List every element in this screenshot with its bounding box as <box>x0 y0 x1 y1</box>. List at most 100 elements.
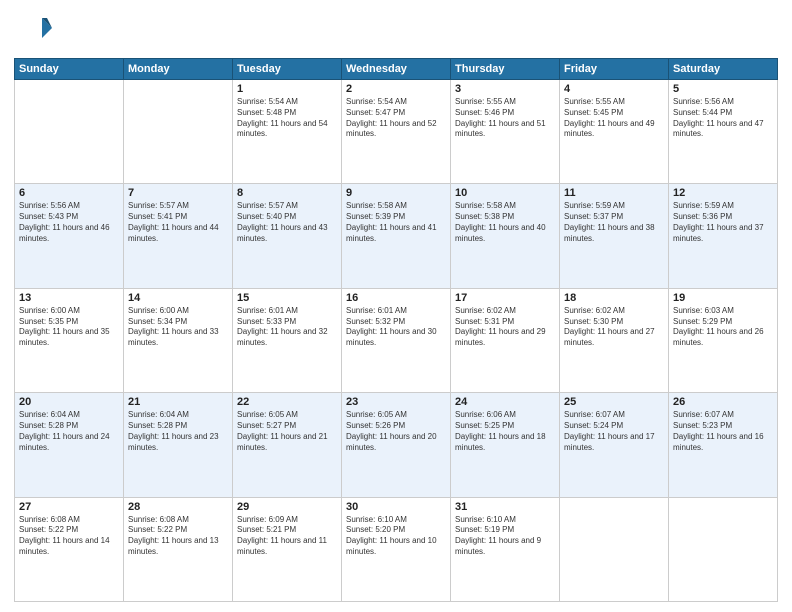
day-info: Sunrise: 5:59 AMSunset: 5:37 PMDaylight:… <box>564 201 664 244</box>
calendar-cell: 31 Sunrise: 6:10 AMSunset: 5:19 PMDayligh… <box>451 497 560 601</box>
calendar-cell: 13 Sunrise: 6:00 AMSunset: 5:35 PMDayligh… <box>15 288 124 392</box>
day-number: 21 <box>128 396 228 408</box>
day-number: 9 <box>346 187 446 199</box>
day-info: Sunrise: 6:08 AMSunset: 5:22 PMDaylight:… <box>128 515 228 558</box>
header <box>14 10 778 50</box>
day-number: 15 <box>237 292 337 304</box>
day-info: Sunrise: 5:58 AMSunset: 5:39 PMDaylight:… <box>346 201 446 244</box>
calendar-cell: 22Sunrise: 6:05 AMSunset: 5:27 PMDayligh… <box>233 393 342 497</box>
day-info: Sunrise: 5:55 AMSunset: 5:45 PMDaylight:… <box>564 97 664 140</box>
calendar-cell: 28 Sunrise: 6:08 AMSunset: 5:22 PMDayligh… <box>124 497 233 601</box>
weekday-monday: Monday <box>124 59 233 80</box>
day-number: 27 <box>19 501 119 513</box>
calendar-cell: 12 Sunrise: 5:59 AMSunset: 5:36 PMDayligh… <box>669 184 778 288</box>
calendar-cell: 4 Sunrise: 5:55 AMSunset: 5:45 PMDaylight… <box>560 80 669 184</box>
weekday-tuesday: Tuesday <box>233 59 342 80</box>
calendar-cell: 29Sunrise: 6:09 AMSunset: 5:21 PMDayligh… <box>233 497 342 601</box>
weekday-wednesday: Wednesday <box>342 59 451 80</box>
calendar-cell <box>15 80 124 184</box>
day-info: Sunrise: 5:54 AMSunset: 5:48 PMDaylight:… <box>237 97 337 140</box>
day-number: 3 <box>455 83 555 95</box>
week-row-3: 13 Sunrise: 6:00 AMSunset: 5:35 PMDayligh… <box>15 288 778 392</box>
calendar-cell: 11 Sunrise: 5:59 AMSunset: 5:37 PMDayligh… <box>560 184 669 288</box>
week-row-2: 6 Sunrise: 5:56 AMSunset: 5:43 PMDaylight… <box>15 184 778 288</box>
day-info: Sunrise: 5:57 AMSunset: 5:41 PMDaylight:… <box>128 201 228 244</box>
day-number: 5 <box>673 83 773 95</box>
day-number: 22 <box>237 396 337 408</box>
logo <box>14 10 58 50</box>
day-number: 19 <box>673 292 773 304</box>
day-info: Sunrise: 6:01 AMSunset: 5:32 PMDaylight:… <box>346 306 446 349</box>
day-info: Sunrise: 5:59 AMSunset: 5:36 PMDaylight:… <box>673 201 773 244</box>
calendar-cell <box>124 80 233 184</box>
day-number: 28 <box>128 501 228 513</box>
calendar-cell: 3 Sunrise: 5:55 AMSunset: 5:46 PMDaylight… <box>451 80 560 184</box>
weekday-saturday: Saturday <box>669 59 778 80</box>
calendar-cell: 23 Sunrise: 6:05 AMSunset: 5:26 PMDayligh… <box>342 393 451 497</box>
weekday-sunday: Sunday <box>15 59 124 80</box>
calendar-cell <box>560 497 669 601</box>
day-number: 23 <box>346 396 446 408</box>
calendar-cell: 2 Sunrise: 5:54 AMSunset: 5:47 PMDaylight… <box>342 80 451 184</box>
day-info: Sunrise: 6:02 AMSunset: 5:31 PMDaylight:… <box>455 306 555 349</box>
day-info: Sunrise: 6:01 AMSunset: 5:33 PMDaylight:… <box>237 306 337 349</box>
calendar-cell: 8 Sunrise: 5:57 AMSunset: 5:40 PMDaylight… <box>233 184 342 288</box>
day-number: 20 <box>19 396 119 408</box>
calendar-table: SundayMondayTuesdayWednesdayThursdayFrid… <box>14 58 778 602</box>
day-number: 11 <box>564 187 664 199</box>
page: SundayMondayTuesdayWednesdayThursdayFrid… <box>0 0 792 612</box>
day-info: Sunrise: 6:07 AMSunset: 5:24 PMDaylight:… <box>564 410 664 453</box>
day-info: Sunrise: 6:00 AMSunset: 5:34 PMDaylight:… <box>128 306 228 349</box>
day-info: Sunrise: 5:57 AMSunset: 5:40 PMDaylight:… <box>237 201 337 244</box>
day-number: 12 <box>673 187 773 199</box>
calendar-cell: 20 Sunrise: 6:04 AMSunset: 5:28 PMDayligh… <box>15 393 124 497</box>
day-info: Sunrise: 6:00 AMSunset: 5:35 PMDaylight:… <box>19 306 119 349</box>
calendar-cell: 30 Sunrise: 6:10 AMSunset: 5:20 PMDayligh… <box>342 497 451 601</box>
day-info: Sunrise: 6:06 AMSunset: 5:25 PMDaylight:… <box>455 410 555 453</box>
calendar-cell: 14 Sunrise: 6:00 AMSunset: 5:34 PMDayligh… <box>124 288 233 392</box>
day-info: Sunrise: 6:07 AMSunset: 5:23 PMDaylight:… <box>673 410 773 453</box>
weekday-thursday: Thursday <box>451 59 560 80</box>
day-info: Sunrise: 5:54 AMSunset: 5:47 PMDaylight:… <box>346 97 446 140</box>
day-info: Sunrise: 6:10 AMSunset: 5:20 PMDaylight:… <box>346 515 446 558</box>
day-number: 7 <box>128 187 228 199</box>
calendar-cell <box>669 497 778 601</box>
day-info: Sunrise: 6:05 AMSunset: 5:26 PMDaylight:… <box>346 410 446 453</box>
day-info: Sunrise: 5:56 AMSunset: 5:43 PMDaylight:… <box>19 201 119 244</box>
day-number: 4 <box>564 83 664 95</box>
calendar-cell: 5Sunrise: 5:56 AMSunset: 5:44 PMDaylight… <box>669 80 778 184</box>
day-number: 31 <box>455 501 555 513</box>
day-number: 13 <box>19 292 119 304</box>
day-number: 6 <box>19 187 119 199</box>
day-number: 10 <box>455 187 555 199</box>
day-info: Sunrise: 6:08 AMSunset: 5:22 PMDaylight:… <box>19 515 119 558</box>
day-number: 25 <box>564 396 664 408</box>
day-info: Sunrise: 5:55 AMSunset: 5:46 PMDaylight:… <box>455 97 555 140</box>
calendar-cell: 15 Sunrise: 6:01 AMSunset: 5:33 PMDayligh… <box>233 288 342 392</box>
day-number: 14 <box>128 292 228 304</box>
day-info: Sunrise: 6:02 AMSunset: 5:30 PMDaylight:… <box>564 306 664 349</box>
calendar-cell: 24Sunrise: 6:06 AMSunset: 5:25 PMDayligh… <box>451 393 560 497</box>
day-number: 18 <box>564 292 664 304</box>
day-info: Sunrise: 6:03 AMSunset: 5:29 PMDaylight:… <box>673 306 773 349</box>
calendar-cell: 6 Sunrise: 5:56 AMSunset: 5:43 PMDaylight… <box>15 184 124 288</box>
day-number: 16 <box>346 292 446 304</box>
day-number: 2 <box>346 83 446 95</box>
weekday-friday: Friday <box>560 59 669 80</box>
day-info: Sunrise: 5:58 AMSunset: 5:38 PMDaylight:… <box>455 201 555 244</box>
day-info: Sunrise: 6:10 AMSunset: 5:19 PMDaylight:… <box>455 515 555 558</box>
logo-icon <box>14 10 54 50</box>
week-row-5: 27 Sunrise: 6:08 AMSunset: 5:22 PMDayligh… <box>15 497 778 601</box>
day-info: Sunrise: 6:04 AMSunset: 5:28 PMDaylight:… <box>128 410 228 453</box>
week-row-4: 20 Sunrise: 6:04 AMSunset: 5:28 PMDayligh… <box>15 393 778 497</box>
calendar-cell: 17Sunrise: 6:02 AMSunset: 5:31 PMDayligh… <box>451 288 560 392</box>
day-number: 8 <box>237 187 337 199</box>
calendar-cell: 10 Sunrise: 5:58 AMSunset: 5:38 PMDayligh… <box>451 184 560 288</box>
day-info: Sunrise: 6:04 AMSunset: 5:28 PMDaylight:… <box>19 410 119 453</box>
day-number: 30 <box>346 501 446 513</box>
calendar-cell: 18 Sunrise: 6:02 AMSunset: 5:30 PMDayligh… <box>560 288 669 392</box>
calendar-cell: 9 Sunrise: 5:58 AMSunset: 5:39 PMDaylight… <box>342 184 451 288</box>
day-info: Sunrise: 6:09 AMSunset: 5:21 PMDaylight:… <box>237 515 337 558</box>
day-number: 1 <box>237 83 337 95</box>
calendar-cell: 16 Sunrise: 6:01 AMSunset: 5:32 PMDayligh… <box>342 288 451 392</box>
